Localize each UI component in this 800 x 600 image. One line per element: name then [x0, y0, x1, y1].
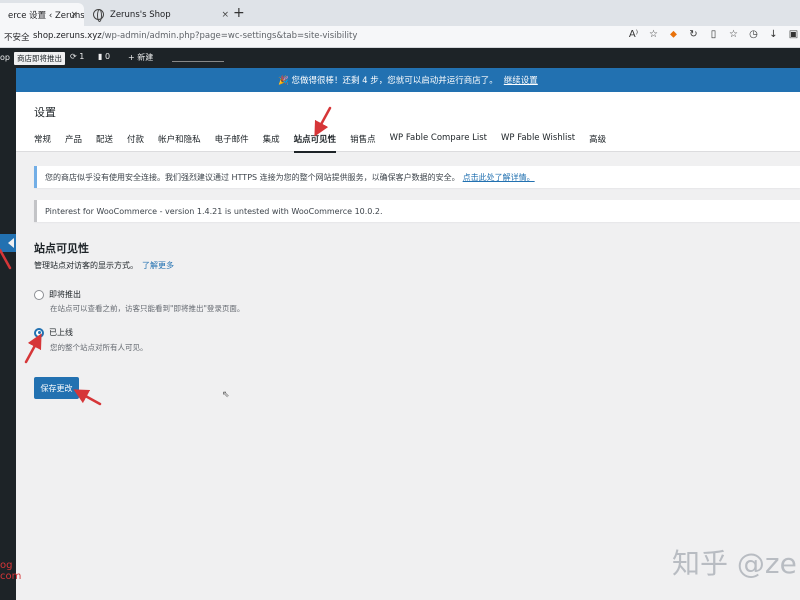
- security-indicator[interactable]: 不安全: [4, 31, 30, 43]
- tab-payments[interactable]: 付款: [127, 133, 144, 153]
- section-title: 站点可见性: [34, 242, 89, 255]
- tab-shipping[interactable]: 配送: [96, 133, 113, 153]
- favorites-icon[interactable]: ☆: [727, 29, 740, 40]
- tab-accounts-privacy[interactable]: 帐户和隐私: [158, 133, 201, 153]
- refresh-icon: ⟳: [70, 52, 80, 61]
- settings-header: 设置 常规 产品 配送 付款 帐户和隐私 电子邮件 集成 站点可见性 销售点 W…: [16, 92, 800, 153]
- ssl-notice: 您的商店似乎没有使用安全连接。我们强烈建议通过 HTTPS 连接为您的整个网站提…: [34, 166, 800, 188]
- left-watermark: og com: [0, 560, 22, 582]
- ssl-learn-link[interactable]: 点击此处了解详情。: [463, 172, 535, 183]
- option-live[interactable]: 已上线: [34, 327, 73, 338]
- save-changes-button[interactable]: 保存更改: [34, 377, 79, 399]
- url-text[interactable]: shop.zeruns.xyz/wp-admin/admin.php?page=…: [33, 31, 357, 41]
- radio-coming-soon[interactable]: [34, 289, 44, 300]
- tab-wishlist[interactable]: WP Fable Wishlist: [501, 133, 575, 153]
- extension-icon[interactable]: ⬥: [667, 29, 680, 40]
- continue-setup-link[interactable]: 继续设置: [504, 74, 538, 86]
- tab-site-visibility[interactable]: 站点可见性: [293, 133, 337, 153]
- setup-progress-banner: 🎉 您做得很棒！还剩 4 步，您就可以启动并运行商店了。 继续设置: [16, 68, 800, 92]
- admin-menu-collapsed: [0, 68, 16, 600]
- browser-tab-shop[interactable]: Zeruns's Shop ×: [85, 3, 235, 26]
- section-description: 管理站点对访客的显示方式。 了解更多: [34, 261, 174, 270]
- learn-more-link[interactable]: 了解更多: [142, 261, 174, 270]
- mouse-cursor-icon: ⇖: [222, 390, 230, 400]
- updates-item[interactable]: ⟳ 1: [70, 52, 84, 61]
- browser-tab-settings[interactable]: erce 设置 ‹ Zeruns's S ×: [0, 3, 84, 26]
- tab-emails[interactable]: 电子邮件: [215, 133, 249, 153]
- download-icon[interactable]: ↓: [767, 29, 780, 40]
- tab-general[interactable]: 常规: [34, 133, 51, 153]
- pinterest-notice-text: Pinterest for WooCommerce - version 1.4.…: [45, 206, 383, 216]
- history-icon[interactable]: ◷: [747, 29, 760, 40]
- coming-soon-badge[interactable]: 商店即将推出: [14, 52, 65, 65]
- admin-search-field[interactable]: [172, 54, 224, 62]
- menu-pointer-icon: [8, 238, 14, 248]
- comment-icon: ▮: [98, 52, 105, 61]
- option-help: 在站点可以查看之前，访客只能看到"即将推出"登录页面。: [50, 304, 245, 313]
- plus-icon: +: [128, 53, 138, 62]
- option-label[interactable]: 已上线: [49, 327, 73, 338]
- radio-live[interactable]: [34, 327, 44, 338]
- favorite-star-icon[interactable]: ☆: [647, 29, 660, 40]
- tab-title: Zeruns's Shop: [110, 9, 171, 20]
- split-screen-icon[interactable]: ▯: [707, 29, 720, 40]
- site-name[interactable]: op: [0, 53, 10, 62]
- arrow-to-save: [73, 389, 102, 406]
- pinterest-notice: Pinterest for WooCommerce - version 1.4.…: [34, 200, 800, 222]
- address-bar[interactable]: 不安全 shop.zeruns.xyz/wp-admin/admin.php?p…: [0, 26, 800, 48]
- arrow-to-radio: [24, 333, 42, 364]
- option-label[interactable]: 即将推出: [49, 289, 81, 300]
- collections-icon[interactable]: ▣: [787, 29, 800, 40]
- read-aloud-icon[interactable]: A⁾: [627, 29, 640, 40]
- option-coming-soon[interactable]: 即将推出: [34, 289, 81, 300]
- refresh-icon[interactable]: ↻: [687, 29, 700, 40]
- close-icon[interactable]: ×: [221, 10, 229, 20]
- new-tab-button[interactable]: +: [233, 5, 245, 21]
- option-help: 您的整个站点对所有人可见。: [50, 343, 148, 352]
- tab-advanced[interactable]: 高级: [589, 133, 606, 153]
- browser-toolbar: A⁾ ☆ ⬥ ↻ ▯ ☆ ◷ ↓ ▣: [627, 29, 800, 40]
- tab-products[interactable]: 产品: [65, 133, 82, 153]
- globe-icon: [93, 9, 104, 22]
- ssl-notice-text: 您的商店似乎没有使用安全连接。我们强烈建议通过 HTTPS 连接为您的整个网站提…: [45, 172, 460, 182]
- new-content-item[interactable]: + 新建: [128, 52, 153, 63]
- comments-item[interactable]: ▮ 0: [98, 52, 110, 61]
- tab-point-of-sale[interactable]: 销售点: [350, 133, 376, 153]
- banner-text: 🎉 您做得很棒！还剩 4 步，您就可以启动并运行商店了。: [278, 76, 498, 86]
- tab-compare-list[interactable]: WP Fable Compare List: [390, 133, 487, 153]
- browser-tab-strip: erce 设置 ‹ Zeruns's S × Zeruns's Shop × +: [0, 0, 800, 26]
- settings-tabs: 常规 产品 配送 付款 帐户和隐私 电子邮件 集成 站点可见性 销售点 WP F…: [34, 133, 606, 153]
- close-icon[interactable]: ×: [70, 10, 78, 20]
- zhihu-watermark: 知乎 @ze: [672, 547, 797, 580]
- tab-integration[interactable]: 集成: [263, 133, 280, 153]
- page-title: 设置: [34, 106, 56, 119]
- wp-admin-bar: op 商店即将推出 ⟳ 1 ▮ 0 + 新建: [0, 48, 800, 68]
